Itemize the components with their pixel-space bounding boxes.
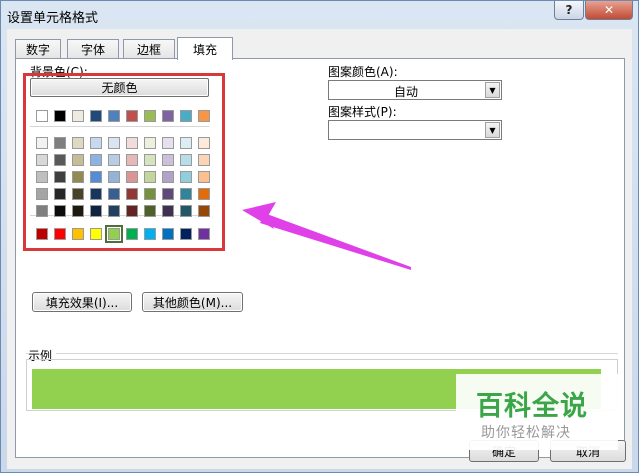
watermark: 百科全说 助你轻松解决 xyxy=(456,374,618,450)
pattern-color-label: 图案颜色(A): xyxy=(328,65,398,79)
sample-divider xyxy=(26,353,618,354)
pattern-color-select[interactable]: 自动 ▼ xyxy=(328,80,502,100)
fill-effects-button[interactable]: 填充效果(I)... xyxy=(32,292,132,312)
pattern-style-label: 图案样式(P): xyxy=(328,105,397,119)
help-button[interactable]: ? xyxy=(554,1,584,20)
chevron-down-icon[interactable]: ▼ xyxy=(485,82,500,98)
close-button[interactable]: ✕ xyxy=(585,1,633,20)
watermark-subtitle: 助你轻松解决 xyxy=(481,425,571,441)
tab-border[interactable]: 边框 xyxy=(123,39,175,59)
arrow-head xyxy=(242,202,276,229)
pattern-color-value: 自动 xyxy=(393,85,418,99)
more-colors-button[interactable]: 其他颜色(M)... xyxy=(142,292,243,312)
format-cells-dialog: 设置单元格格式 ? ✕ 数字 字体 边框 填充 背景色(C): 无颜色 填充效果… xyxy=(0,0,639,473)
tab-number[interactable]: 数字 xyxy=(15,39,61,59)
title-bar[interactable]: 设置单元格格式 ? ✕ xyxy=(1,1,638,29)
watermark-title: 百科全说 xyxy=(476,391,588,422)
pattern-style-select[interactable]: ▼ xyxy=(328,120,502,140)
dialog-title: 设置单元格格式 xyxy=(7,11,99,26)
highlight-box xyxy=(23,73,225,251)
chevron-down-icon[interactable]: ▼ xyxy=(485,122,500,138)
tab-fill[interactable]: 填充 xyxy=(177,37,233,60)
tab-font[interactable]: 字体 xyxy=(67,39,119,59)
